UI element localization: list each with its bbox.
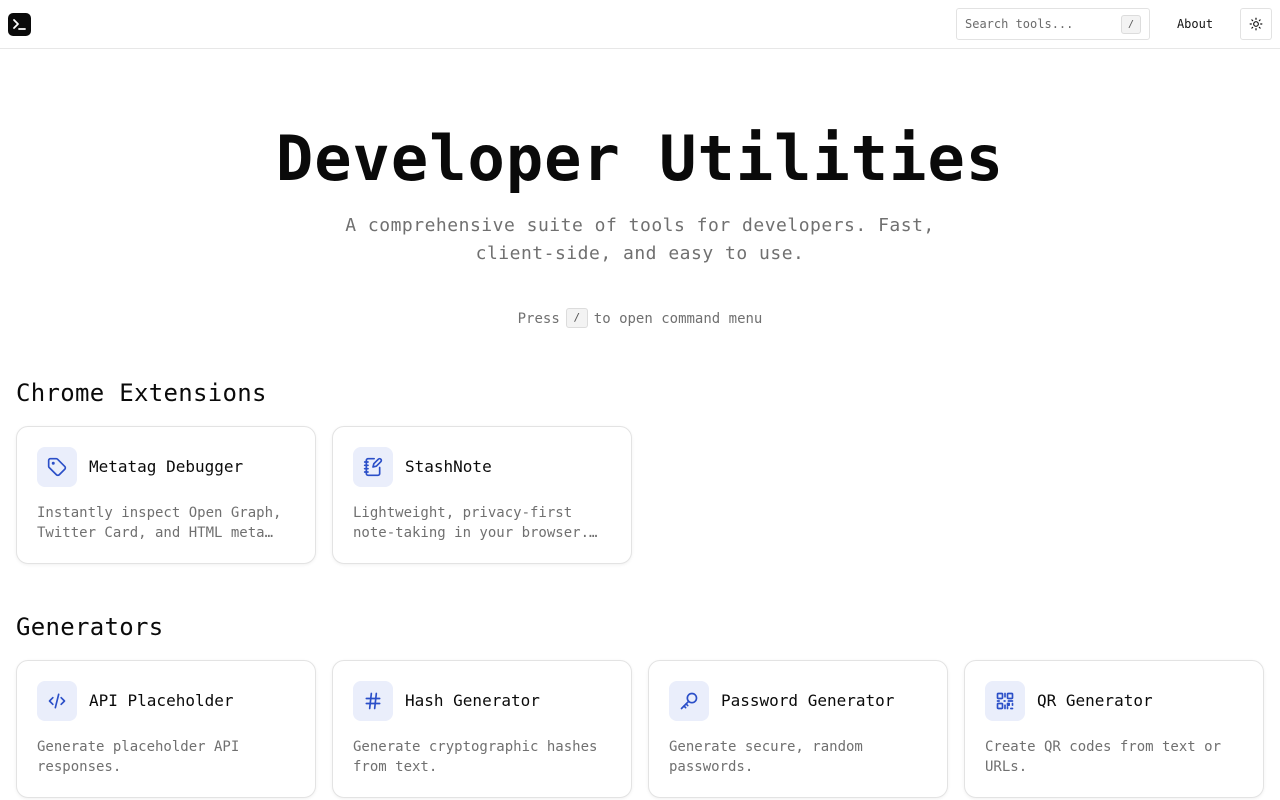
card-description: Lightweight, privacy-first note-taking i… (353, 505, 598, 541)
command-menu-hint: Press / to open command menu (0, 308, 1280, 329)
section-title-generators: Generators (16, 613, 164, 641)
top-nav-bar: / About (0, 0, 1280, 49)
page-title: Developer Utilities (275, 122, 1005, 195)
card-title: Hash Generator (405, 691, 540, 710)
page-subtitle: A comprehensive suite of tools for devel… (345, 215, 935, 264)
card-title: StashNote (405, 457, 492, 476)
card-description: Generate placeholder API responses. (37, 739, 240, 775)
section-title-chrome-extensions: Chrome Extensions (16, 379, 267, 407)
card-title: Password Generator (721, 691, 895, 710)
card-title: QR Generator (1037, 691, 1153, 710)
qr-code-icon (985, 681, 1025, 721)
theme-toggle-button[interactable] (1240, 8, 1272, 40)
card-description: Instantly inspect Open Graph, Twitter Ca… (37, 505, 282, 541)
terminal-logo-icon[interactable] (8, 13, 31, 36)
tool-card-qr-generator[interactable]: QR Generator Create QR codes from text o… (964, 660, 1264, 798)
tool-card-hash-generator[interactable]: Hash Generator Generate cryptographic ha… (332, 660, 632, 798)
notebook-pen-icon (353, 447, 393, 487)
tool-card-metatag-debugger[interactable]: Metatag Debugger Instantly inspect Open … (16, 426, 316, 564)
tool-card-stashnote[interactable]: StashNote Lightweight, privacy-first not… (332, 426, 632, 564)
key-icon (669, 681, 709, 721)
code-icon (37, 681, 77, 721)
hash-icon (353, 681, 393, 721)
card-description: Generate cryptographic hashes from text. (353, 739, 598, 775)
search-input[interactable] (965, 9, 1115, 39)
hint-shortcut-key: / (565, 308, 588, 328)
about-link[interactable]: About (1170, 8, 1220, 40)
search-box[interactable]: / (956, 8, 1150, 40)
card-title: API Placeholder (89, 691, 234, 710)
tool-card-password-generator[interactable]: Password Generator Generate secure, rand… (648, 660, 948, 798)
card-description: Generate secure, random passwords. (669, 739, 863, 775)
tool-card-api-placeholder[interactable]: API Placeholder Generate placeholder API… (16, 660, 316, 798)
card-description: Create QR codes from text or URLs. (985, 739, 1222, 775)
card-title: Metatag Debugger (89, 457, 244, 476)
sun-icon (1249, 17, 1263, 31)
hint-text-before: Press (517, 311, 560, 327)
search-shortcut-key: / (1121, 15, 1141, 34)
hint-text-after: to open command menu (593, 311, 763, 327)
tag-icon (37, 447, 77, 487)
